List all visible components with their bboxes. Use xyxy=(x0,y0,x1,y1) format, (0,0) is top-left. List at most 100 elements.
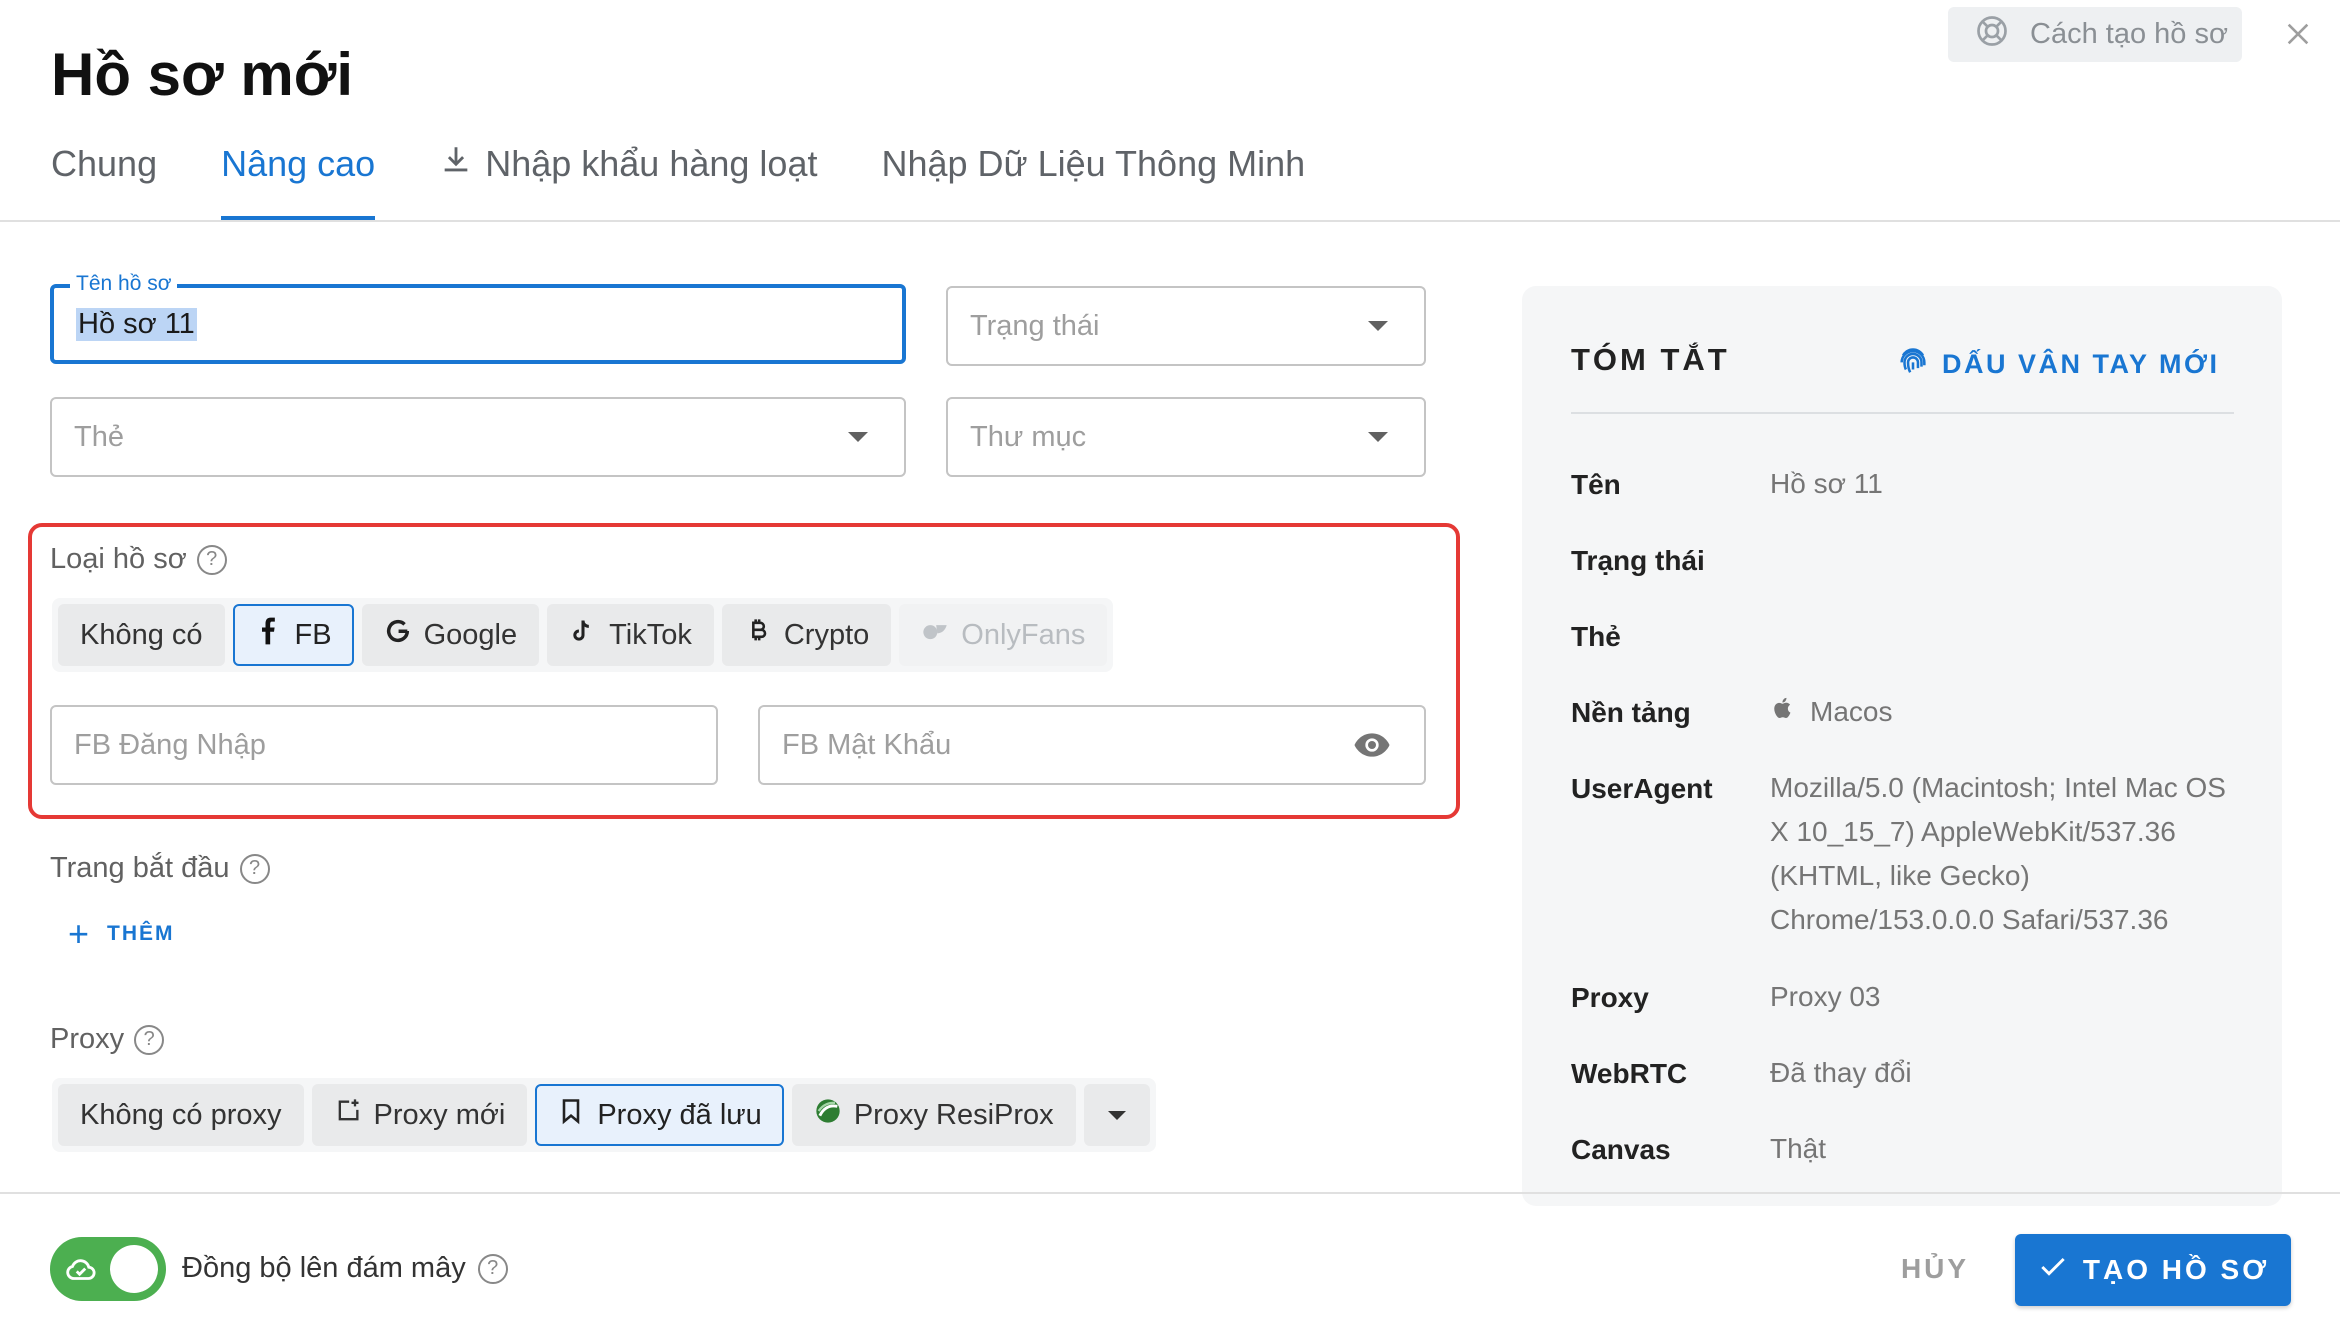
chevron-down-icon xyxy=(848,432,868,442)
start-page-label-text: Trang bắt đầu xyxy=(50,852,230,884)
summary-value-name: Hồ sơ 11 xyxy=(1770,468,1883,499)
chevron-down-icon xyxy=(1107,1110,1126,1120)
profile-type-google[interactable]: Google xyxy=(361,604,540,666)
fb-login-input[interactable]: FB Đăng Nhập xyxy=(50,705,718,785)
help-circle-icon[interactable]: ? xyxy=(134,1024,165,1055)
cloud-sync-label: Đồng bộ lên đám mây ? xyxy=(182,1252,508,1285)
option-label: TikTok xyxy=(609,618,692,651)
option-label: Google xyxy=(423,618,518,651)
tags-select[interactable]: Thẻ xyxy=(50,397,906,477)
help-circle-icon[interactable]: ? xyxy=(477,1253,508,1284)
option-label: Không có xyxy=(80,618,203,651)
summary-value-proxy: Proxy 03 xyxy=(1770,981,1881,1012)
create-label: TẠO HỒ SƠ xyxy=(2082,1254,2270,1285)
cloud-sync-toggle[interactable] xyxy=(50,1237,166,1301)
summary-label-webrtc: WebRTC xyxy=(1571,1058,1688,1089)
summary-label-tags: Thẻ xyxy=(1571,621,1621,652)
tab-general[interactable]: Chung xyxy=(51,128,157,200)
profile-name-input[interactable]: Tên hồ sơ Hồ sơ 11 xyxy=(50,272,906,364)
option-label: Crypto xyxy=(783,618,870,651)
summary-label-name: Tên xyxy=(1571,469,1621,500)
chevron-down-icon xyxy=(1368,432,1388,442)
proxy-none[interactable]: Không có proxy xyxy=(58,1084,304,1146)
check-icon xyxy=(2037,1251,2069,1290)
profile-type-onlyfans: OnlyFans xyxy=(899,604,1108,666)
resiprox-icon xyxy=(814,1097,842,1133)
platform-value-text: Macos xyxy=(1810,696,1893,727)
profile-name-legend: Tên hồ sơ xyxy=(70,272,178,296)
proxy-label-text: Proxy xyxy=(50,1023,125,1055)
bookmark-icon xyxy=(557,1097,585,1133)
tab-bar: Chung Nâng cao Nhập khẩu hàng loạt Nhập … xyxy=(51,128,1369,220)
summary-label-proxy: Proxy xyxy=(1571,982,1649,1013)
onlyfans-icon xyxy=(921,617,949,653)
summary-label-platform: Nền tảng xyxy=(1571,697,1691,728)
option-label: OnlyFans xyxy=(961,618,1086,651)
profile-type-tiktok[interactable]: TikTok xyxy=(547,604,714,666)
tab-label: Nhập Dữ Liệu Thông Minh xyxy=(881,143,1306,184)
profile-name-value: Hồ sơ 11 xyxy=(76,307,197,341)
summary-label-useragent: UserAgent xyxy=(1571,773,1713,804)
proxy-more-dropdown[interactable] xyxy=(1083,1084,1150,1146)
footer-divider xyxy=(0,1192,2340,1194)
proxy-saved[interactable]: Proxy đã lưu xyxy=(535,1084,784,1146)
proxy-label: Proxy ? xyxy=(50,1023,165,1056)
tab-smart-data-import[interactable]: Nhập Dữ Liệu Thông Minh xyxy=(881,128,1305,200)
folder-select[interactable]: Thư mục xyxy=(946,397,1426,477)
proxy-resiprox[interactable]: Proxy ResiProx xyxy=(791,1084,1076,1146)
tab-advanced[interactable]: Nâng cao xyxy=(221,128,376,220)
fingerprint-icon xyxy=(1896,344,1930,385)
google-icon xyxy=(384,617,412,653)
add-box-icon xyxy=(334,1097,362,1133)
option-label: Proxy ResiProx xyxy=(853,1098,1054,1131)
add-start-page-button[interactable]: + THÊM xyxy=(68,916,175,952)
eye-icon[interactable] xyxy=(1352,725,1392,765)
profile-type-crypto[interactable]: Crypto xyxy=(721,604,892,666)
toggle-knob xyxy=(110,1245,158,1293)
create-profile-button[interactable]: TẠO HỒ SƠ xyxy=(2015,1234,2291,1306)
status-placeholder: Trạng thái xyxy=(970,309,1100,342)
profile-type-none[interactable]: Không có xyxy=(58,604,225,666)
summary-value-canvas: Thật xyxy=(1770,1133,1827,1164)
profile-type-label: Loại hồ sơ ? xyxy=(50,543,227,576)
fb-password-input[interactable]: FB Mật Khẩu xyxy=(758,705,1426,785)
header-divider xyxy=(0,220,2340,222)
cancel-button[interactable]: HỦY xyxy=(1880,1236,1990,1302)
option-label: Không có proxy xyxy=(80,1098,282,1131)
chevron-down-icon xyxy=(1368,321,1388,331)
help-circle-icon[interactable]: ? xyxy=(239,853,270,884)
tags-placeholder: Thẻ xyxy=(74,420,124,453)
option-label: Proxy đã lưu xyxy=(597,1098,762,1131)
tab-label: Nâng cao xyxy=(221,143,376,184)
fingerprint-link-label: DẤU VÂN TAY MỚI xyxy=(1942,349,2220,379)
close-icon xyxy=(2284,20,2312,53)
plus-icon: + xyxy=(68,913,92,954)
lifebuoy-icon xyxy=(1974,13,2010,57)
option-label: FB xyxy=(294,618,332,651)
sync-label-text: Đồng bộ lên đám mây xyxy=(182,1252,466,1284)
tiktok-icon xyxy=(569,617,597,653)
apple-icon xyxy=(1770,690,1796,734)
profile-type-fb[interactable]: FB xyxy=(232,604,354,666)
how-to-create-profile-button[interactable]: Cách tạo hồ sơ xyxy=(1948,7,2242,62)
close-button[interactable] xyxy=(2278,16,2318,56)
help-circle-icon[interactable]: ? xyxy=(196,544,227,575)
tab-label: Chung xyxy=(51,143,158,184)
summary-label-canvas: Canvas xyxy=(1571,1134,1671,1165)
proxy-selector: Không có proxy Proxy mới Proxy đã lưu Pr… xyxy=(52,1078,1156,1152)
new-fingerprint-button[interactable]: DẤU VÂN TAY MỚI xyxy=(1896,344,2220,385)
summary-title: TÓM TẮT xyxy=(1571,342,1730,377)
help-label: Cách tạo hồ sơ xyxy=(2030,18,2228,50)
summary-value-useragent: Mozilla/5.0 (Macintosh; Intel Mac OS X 1… xyxy=(1770,772,2226,935)
status-select[interactable]: Trạng thái xyxy=(946,286,1426,366)
summary-divider xyxy=(1571,412,2234,414)
download-icon xyxy=(439,143,473,186)
summary-value-platform: Macos xyxy=(1770,690,2240,734)
option-label: Proxy mới xyxy=(373,1098,506,1131)
folder-placeholder: Thư mục xyxy=(970,420,1087,453)
profile-type-selector: Không có FB Google TikTok Crypto OnlyFan… xyxy=(52,598,1114,672)
tab-bulk-import[interactable]: Nhập khẩu hàng loạt xyxy=(439,128,817,200)
summary-label-status: Trạng thái xyxy=(1571,545,1705,576)
page-title: Hồ sơ mới xyxy=(51,41,354,108)
proxy-new[interactable]: Proxy mới xyxy=(311,1084,528,1146)
